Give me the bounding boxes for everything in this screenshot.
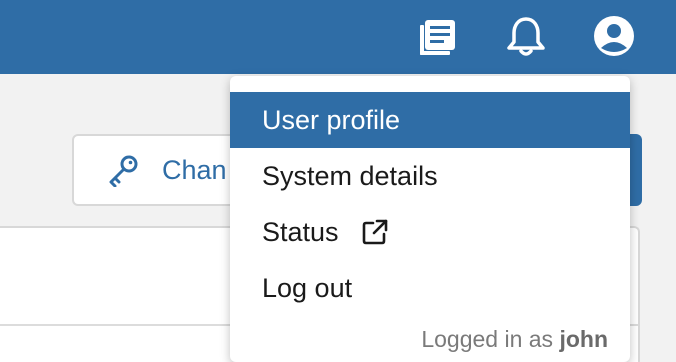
user-menu-dropdown: User profile System details Status Log o… [230, 76, 630, 362]
change-button-label: Chan [162, 154, 227, 185]
docs-icon[interactable] [416, 14, 460, 58]
logged-in-prefix: Logged in as [421, 326, 554, 352]
external-link-icon [362, 219, 387, 245]
menu-item-label: System details [262, 160, 438, 191]
menu-item-system-details[interactable]: System details [230, 148, 630, 204]
bell-icon[interactable] [504, 14, 548, 58]
menu-item-log-out[interactable]: Log out [230, 260, 630, 316]
menu-item-label: Status [262, 216, 339, 247]
menu-item-status[interactable]: Status [230, 204, 630, 260]
menu-item-label: Log out [262, 272, 353, 303]
menu-item-user-profile[interactable]: User profile [230, 92, 630, 148]
menu-item-label: User profile [262, 104, 401, 135]
logged-in-username: john [559, 326, 608, 352]
user-icon[interactable] [592, 14, 636, 58]
key-icon [109, 155, 138, 187]
top-navigation-bar [0, 0, 676, 74]
logged-in-as-text: Logged in as john [421, 326, 608, 353]
